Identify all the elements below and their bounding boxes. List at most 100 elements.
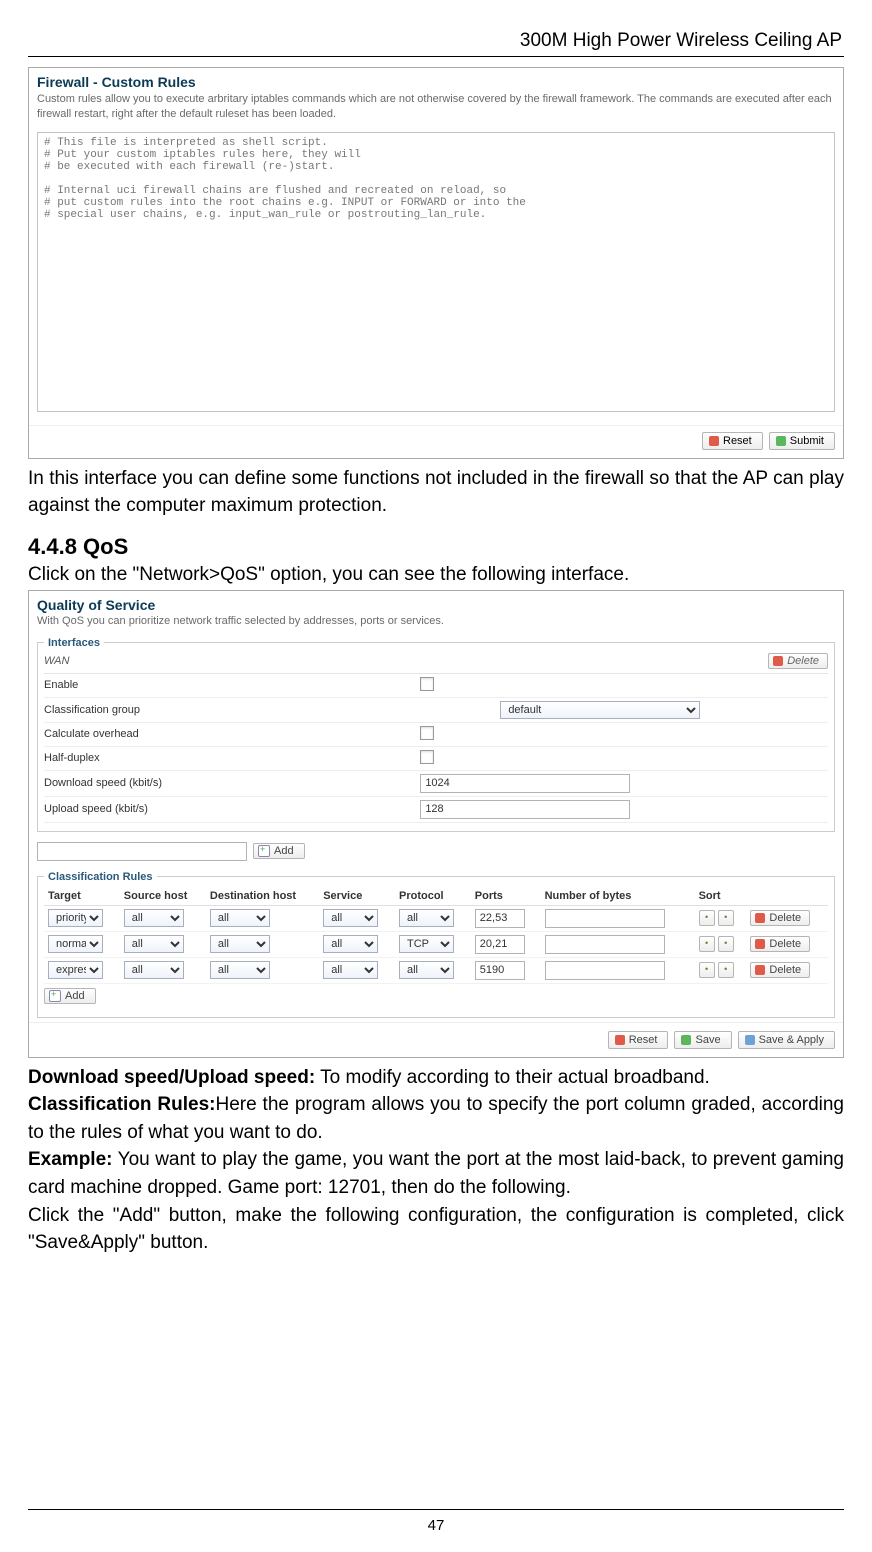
protocol-select[interactable]: all: [399, 909, 454, 927]
download-speed-label: Download speed (kbit/s): [44, 777, 420, 789]
submit-button[interactable]: Submit: [769, 432, 835, 450]
qos-reset-button[interactable]: Reset: [608, 1031, 669, 1049]
col-ports: Ports: [471, 887, 541, 906]
reset-button[interactable]: Reset: [702, 432, 763, 450]
target-select[interactable]: normal: [48, 935, 103, 953]
page-number: 47: [0, 1517, 872, 1534]
qos-save-apply-button[interactable]: Save & Apply: [738, 1031, 835, 1049]
download-speed-input[interactable]: [420, 774, 630, 793]
col-service: Service: [319, 887, 395, 906]
delete-icon: [755, 913, 765, 923]
plus-icon: [49, 990, 61, 1002]
enable-row: Enable: [44, 674, 828, 698]
calc-overhead-row: Calculate overhead: [44, 723, 828, 747]
bytes-input[interactable]: [545, 909, 665, 928]
service-select[interactable]: all: [323, 935, 378, 953]
qos-save-apply-label: Save & Apply: [759, 1034, 824, 1046]
source-host-select[interactable]: all: [124, 935, 184, 953]
dest-host-select[interactable]: all: [210, 961, 270, 979]
calc-overhead-checkbox[interactable]: [420, 726, 434, 740]
half-duplex-checkbox[interactable]: [420, 750, 434, 764]
add-interface-input[interactable]: [37, 842, 247, 861]
sort-down-button[interactable]: •: [718, 936, 734, 952]
body-text-block: Download speed/Upload speed: To modify a…: [28, 1064, 844, 1257]
protocol-select[interactable]: TCP: [399, 935, 454, 953]
add-rule-button[interactable]: Add: [44, 988, 96, 1004]
half-duplex-row: Half-duplex: [44, 747, 828, 771]
class-group-label: Classification group: [44, 704, 420, 716]
reset-button-label: Reset: [723, 435, 752, 447]
class-group-row: Classification group default: [44, 698, 828, 723]
row-delete-button[interactable]: Delete: [750, 936, 810, 952]
enable-checkbox[interactable]: [420, 677, 434, 691]
interface-paragraph: In this interface you can define some fu…: [28, 465, 844, 520]
col-target: Target: [44, 887, 120, 906]
protocol-select[interactable]: all: [399, 961, 454, 979]
service-select[interactable]: all: [323, 909, 378, 927]
cancel-icon: [615, 1035, 625, 1045]
bytes-input[interactable]: [545, 961, 665, 980]
classification-table: Target Source host Destination host Serv…: [44, 887, 828, 984]
footer-rule: [28, 1509, 844, 1510]
plus-icon: [258, 845, 270, 857]
sort-down-button[interactable]: •: [718, 962, 734, 978]
ports-input[interactable]: [475, 909, 525, 928]
qos-save-label: Save: [695, 1034, 720, 1046]
wan-delete-button[interactable]: Delete: [768, 653, 828, 669]
firewall-button-row: Reset Submit: [29, 425, 843, 458]
sort-up-button[interactable]: •: [699, 936, 715, 952]
cancel-icon: [709, 436, 719, 446]
apply-icon: [745, 1035, 755, 1045]
add-interface-button[interactable]: Add: [253, 843, 305, 859]
ports-input[interactable]: [475, 961, 525, 980]
example-label: Example:: [28, 1149, 112, 1170]
ports-input[interactable]: [475, 935, 525, 954]
col-dest-host: Destination host: [206, 887, 319, 906]
source-host-select[interactable]: all: [124, 909, 184, 927]
section-intro: Click on the "Network>QoS" option, you c…: [28, 564, 844, 586]
firewall-description: Custom rules allow you to execute arbrit…: [29, 92, 843, 128]
source-host-select[interactable]: all: [124, 961, 184, 979]
download-label: Download speed/Upload speed:: [28, 1067, 315, 1088]
submit-button-label: Submit: [790, 435, 824, 447]
add-interface-label: Add: [274, 845, 294, 857]
upload-speed-input[interactable]: [420, 800, 630, 819]
classification-fieldset: Classification Rules Target Source host …: [37, 871, 835, 1018]
row-delete-button[interactable]: Delete: [750, 962, 810, 978]
row-delete-label: Delete: [769, 912, 801, 924]
code-wrap: [29, 128, 843, 425]
row-delete-button[interactable]: Delete: [750, 910, 810, 926]
table-row: expres all all all all • • Delete: [44, 957, 828, 983]
upload-row: Upload speed (kbit/s): [44, 797, 828, 823]
document-page: 300M High Power Wireless Ceiling AP Fire…: [0, 0, 872, 1552]
calc-overhead-label: Calculate overhead: [44, 728, 420, 740]
qos-save-button[interactable]: Save: [674, 1031, 731, 1049]
delete-icon: [773, 656, 783, 666]
qos-reset-label: Reset: [629, 1034, 658, 1046]
class-group-select[interactable]: default: [500, 701, 700, 719]
sort-up-button[interactable]: •: [699, 962, 715, 978]
sort-down-button[interactable]: •: [718, 910, 734, 926]
interfaces-legend: Interfaces: [44, 637, 104, 649]
row-delete-label: Delete: [769, 964, 801, 976]
example-text: You want to play the game, you want the …: [28, 1149, 844, 1198]
custom-rules-textarea[interactable]: [37, 132, 835, 412]
target-select[interactable]: priority: [48, 909, 103, 927]
qos-panel: Quality of Service With QoS you can prio…: [28, 590, 844, 1058]
bytes-input[interactable]: [545, 935, 665, 954]
delete-icon: [755, 939, 765, 949]
col-sort: Sort: [695, 887, 747, 906]
table-row: normal all all all TCP • • Delete: [44, 931, 828, 957]
service-select[interactable]: all: [323, 961, 378, 979]
target-select[interactable]: expres: [48, 961, 103, 979]
row-delete-label: Delete: [769, 938, 801, 950]
download-text: To modify according to their actual broa…: [315, 1067, 710, 1088]
add-interface-row: Add: [29, 836, 843, 867]
qos-title: Quality of Service: [29, 591, 843, 615]
col-source-host: Source host: [120, 887, 206, 906]
sort-up-button[interactable]: •: [699, 910, 715, 926]
dest-host-select[interactable]: all: [210, 935, 270, 953]
qos-button-row: Reset Save Save & Apply: [29, 1022, 843, 1057]
dest-host-select[interactable]: all: [210, 909, 270, 927]
col-actions: [746, 887, 828, 906]
